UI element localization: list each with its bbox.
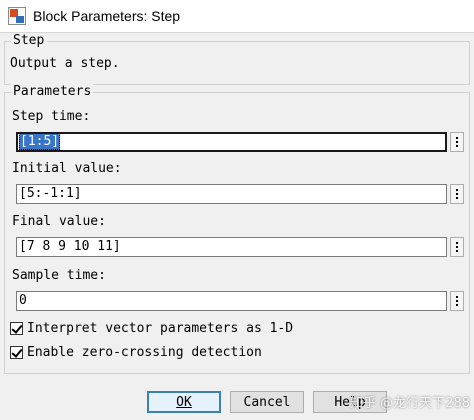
cancel-button-label: Cancel (243, 394, 291, 410)
simulink-block-icon (8, 7, 26, 25)
initial-value-input[interactable]: [5:-1:1] (16, 184, 447, 204)
interpret-vector-label: Interpret vector parameters as 1-D (27, 321, 294, 336)
interpret-vector-checkbox[interactable] (10, 322, 23, 335)
sample-time-value: 0 (19, 293, 27, 308)
ok-button-label: OK (176, 394, 192, 410)
final-value-menu-button[interactable] (450, 237, 464, 257)
watermark: 知乎 @龙行天下288 (350, 396, 470, 411)
initial-value-label: Initial value: (12, 161, 122, 176)
sample-time-menu-button[interactable] (450, 291, 464, 311)
sample-time-label: Sample time: (12, 268, 106, 283)
parameters-group-title: Parameters (11, 84, 94, 99)
title-bar: Block Parameters: Step (0, 0, 474, 33)
zero-crossing-checkbox-row[interactable]: Enable zero-crossing detection (10, 345, 262, 360)
final-value-input[interactable]: [7 8 9 10 11] (16, 237, 447, 257)
description-group-title: Step (11, 33, 47, 48)
window-title: Block Parameters: Step (33, 8, 181, 24)
interpret-vector-checkbox-row[interactable]: Interpret vector parameters as 1-D (10, 321, 293, 336)
step-time-value: [1:5] (19, 134, 61, 150)
cancel-button[interactable]: Cancel (230, 391, 304, 413)
description-group: Step Output a step. (4, 33, 470, 85)
final-value-value: [7 8 9 10 11] (19, 239, 121, 254)
zero-crossing-checkbox[interactable] (10, 346, 23, 359)
ok-button[interactable]: OK (147, 391, 221, 413)
initial-value-menu-button[interactable] (450, 184, 464, 204)
parameters-group: Parameters Step time: [1:5] Initial valu… (4, 84, 470, 374)
block-description: Output a step. (10, 56, 120, 71)
step-time-menu-button[interactable] (450, 132, 464, 152)
step-time-input[interactable]: [1:5] (16, 132, 447, 152)
final-value-label: Final value: (12, 214, 106, 229)
initial-value-value: [5:-1:1] (19, 186, 82, 201)
sample-time-input[interactable]: 0 (16, 291, 447, 311)
step-time-label: Step time: (12, 109, 91, 124)
zero-crossing-label: Enable zero-crossing detection (27, 345, 262, 360)
